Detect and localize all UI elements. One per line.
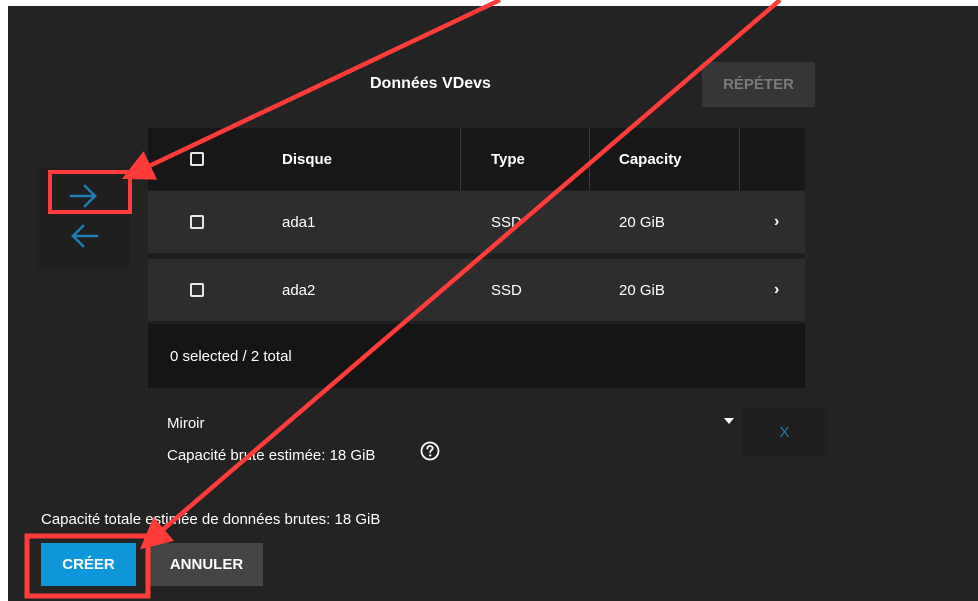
annotation-highlight-box — [48, 170, 132, 214]
annotation-highlight-box — [24, 533, 151, 599]
annotation-overlay — [24, 0, 782, 599]
annotation-arrow — [139, 0, 782, 550]
annotation-arrow — [121, 0, 501, 180]
